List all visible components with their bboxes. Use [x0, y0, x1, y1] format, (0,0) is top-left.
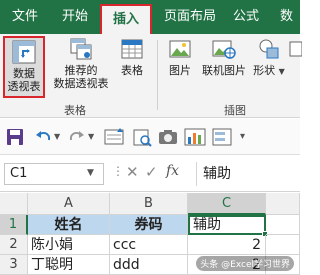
- shapes-label: 形状: [253, 64, 276, 77]
- redo-dropdown-icon[interactable]: ▼: [88, 127, 94, 147]
- watermark: 头条 @Excel学习世界: [196, 256, 294, 271]
- formula-input[interactable]: 辅助: [196, 162, 300, 186]
- shapes-button[interactable]: 形状 ▼: [252, 36, 286, 78]
- tab-formulas[interactable]: 公式: [224, 0, 268, 34]
- cell-a3[interactable]: 丁聪明: [28, 255, 110, 275]
- recommended-pivot-button[interactable]: 推荐的 数据透视表: [50, 36, 112, 90]
- camera-icon[interactable]: [158, 127, 178, 147]
- save-icon[interactable]: [6, 127, 24, 147]
- pivot-table-icon: [12, 40, 36, 64]
- cell-c1[interactable]: 辅助: [188, 215, 266, 235]
- picture-icon: [169, 40, 191, 58]
- ribbon-insert-panel: 数据 透视表 推荐的 数据透视表 表格 图片 联机图片 形状 ▼ 表格 插图: [0, 34, 302, 118]
- pivot-table-label-line2: 透视表: [7, 80, 41, 93]
- tab-file[interactable]: 文件: [0, 0, 50, 34]
- partial-icon: [289, 41, 302, 57]
- form-icon[interactable]: [212, 127, 232, 147]
- insert-function-icon[interactable]: fx: [166, 163, 179, 179]
- cell-d1[interactable]: [266, 215, 300, 235]
- quick-access-toolbar: ▼ ▼ ▾: [0, 119, 300, 155]
- select-all-corner[interactable]: [0, 193, 28, 215]
- formula-bar-grip-icon: ⋮: [112, 164, 124, 178]
- illustrations-group-label: 插图: [224, 104, 246, 117]
- enter-icon[interactable]: ✓: [145, 163, 158, 181]
- column-header-c[interactable]: C: [188, 193, 266, 215]
- undo-dropdown-icon[interactable]: ▼: [54, 127, 60, 147]
- chart-icon[interactable]: [184, 127, 206, 147]
- table-button[interactable]: 表格: [113, 36, 151, 77]
- print-preview-icon[interactable]: [132, 127, 152, 147]
- cell-d2[interactable]: [266, 235, 300, 255]
- row-header-3[interactable]: 3: [0, 255, 28, 275]
- column-header-d[interactable]: [266, 193, 300, 215]
- recommended-pivot-icon: [70, 38, 92, 60]
- table-label: 表格: [121, 64, 143, 77]
- cell-b1[interactable]: 券码: [110, 215, 188, 235]
- more-illustrations-button[interactable]: [288, 36, 302, 64]
- shapes-icon: [259, 39, 279, 59]
- formula-bar: C1 ▼ ⋮ ✕ ✓ fx 辅助: [0, 156, 300, 192]
- name-box-dropdown-icon[interactable]: ▼: [87, 163, 94, 183]
- tab-data[interactable]: 数: [272, 0, 300, 34]
- cell-b2[interactable]: ccc: [110, 235, 188, 255]
- cancel-icon[interactable]: ✕: [126, 163, 139, 181]
- tab-home[interactable]: 开始: [52, 0, 98, 34]
- recommended-pivot-label-line1: 推荐的: [64, 64, 98, 77]
- pivot-table-button[interactable]: 数据 透视表: [3, 36, 45, 98]
- column-header-b[interactable]: B: [110, 193, 188, 215]
- tables-group-label: 表格: [64, 104, 86, 117]
- ribbon-tab-bar: 文件 开始 插入 页面布局 公式 数: [0, 0, 300, 34]
- chevron-down-icon: ▼: [278, 67, 285, 76]
- online-picture-label: 联机图片: [202, 64, 246, 77]
- cell-b3[interactable]: ddd: [110, 255, 188, 275]
- sort-icon[interactable]: [104, 127, 124, 147]
- tab-page-layout[interactable]: 页面布局: [158, 0, 222, 34]
- cell-c2[interactable]: 2: [188, 235, 266, 255]
- picture-button[interactable]: 图片: [164, 36, 196, 77]
- customize-qat-icon[interactable]: ▾: [240, 127, 245, 147]
- online-picture-icon: [212, 40, 236, 59]
- recommended-pivot-label-line2: 数据透视表: [53, 77, 109, 90]
- group-divider: [157, 40, 158, 110]
- row-header-1[interactable]: 1: [0, 215, 28, 235]
- table-icon: [121, 39, 143, 59]
- undo-icon[interactable]: [34, 127, 52, 147]
- pivot-table-label-line1: 数据: [13, 67, 35, 80]
- online-picture-button[interactable]: 联机图片: [198, 36, 250, 77]
- cell-a2[interactable]: 陈小娟: [28, 235, 110, 255]
- picture-label: 图片: [169, 64, 191, 77]
- redo-icon[interactable]: [68, 127, 86, 147]
- column-header-a[interactable]: A: [28, 193, 110, 215]
- tab-insert[interactable]: 插入: [100, 4, 152, 34]
- cell-a1[interactable]: 姓名: [28, 215, 110, 235]
- row-header-2[interactable]: 2: [0, 235, 28, 255]
